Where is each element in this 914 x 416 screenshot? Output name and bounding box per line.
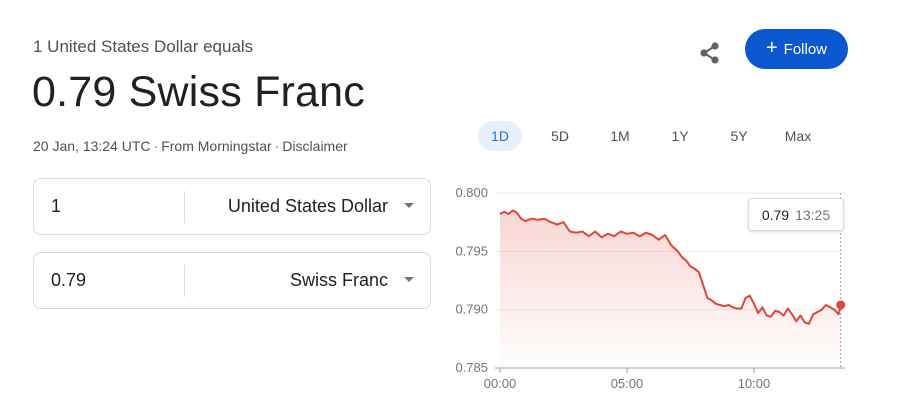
conversion-value: 0.79 Swiss Franc (32, 68, 365, 116)
separator: · (274, 138, 280, 154)
chart-end-point (836, 300, 846, 310)
follow-label: Follow (783, 40, 828, 58)
to-currency-select[interactable]: Swiss Franc (290, 253, 388, 308)
from-amount-input[interactable]: 1 (51, 179, 61, 234)
tab-max[interactable]: Max (776, 121, 820, 151)
meta-line: 20 Jan, 13:24 UTC · From Morningstar · Discl… (33, 138, 348, 154)
chart-area (500, 210, 841, 368)
tab-1y[interactable]: 1Y (660, 121, 700, 151)
x-tick-label: 10:00 (738, 376, 771, 391)
chevron-down-icon[interactable] (404, 277, 414, 282)
tooltip-value: 0.79 (761, 206, 790, 223)
follow-button[interactable]: + Follow (745, 29, 848, 69)
share-button[interactable] (694, 38, 726, 70)
from-currency-select[interactable]: United States Dollar (228, 179, 388, 234)
y-tick-label: 0.790 (455, 302, 488, 317)
to-amount-input[interactable]: 0.79 (51, 253, 86, 308)
divider (184, 191, 185, 223)
separator: · (153, 138, 159, 154)
y-tick-label: 0.795 (455, 243, 488, 258)
tab-5y[interactable]: 5Y (719, 121, 759, 151)
timestamp: 20 Jan, 13:24 UTC (33, 138, 151, 154)
y-tick-label: 0.800 (455, 185, 488, 200)
source-link[interactable]: From Morningstar (161, 138, 271, 154)
divider (184, 265, 185, 297)
from-converter: 1 United States Dollar (33, 178, 431, 235)
y-tick-label: 0.785 (455, 360, 488, 375)
to-converter: 0.79 Swiss Franc (33, 252, 431, 309)
share-icon (700, 42, 719, 64)
chart-tooltip: 0.79 13:25 (748, 198, 844, 231)
tab-1m[interactable]: 1M (599, 121, 641, 151)
conversion-subtitle: 1 United States Dollar equals (33, 37, 254, 56)
x-tick-label: 00:00 (484, 376, 517, 391)
plus-icon: + (765, 37, 778, 59)
tooltip-time: 13:25 (795, 206, 831, 223)
x-tick-label: 05:00 (611, 376, 644, 391)
chevron-down-icon[interactable] (404, 203, 414, 208)
tab-5d[interactable]: 5D (540, 121, 580, 151)
disclaimer-link[interactable]: Disclaimer (282, 138, 347, 154)
tab-1d[interactable]: 1D (478, 121, 522, 151)
